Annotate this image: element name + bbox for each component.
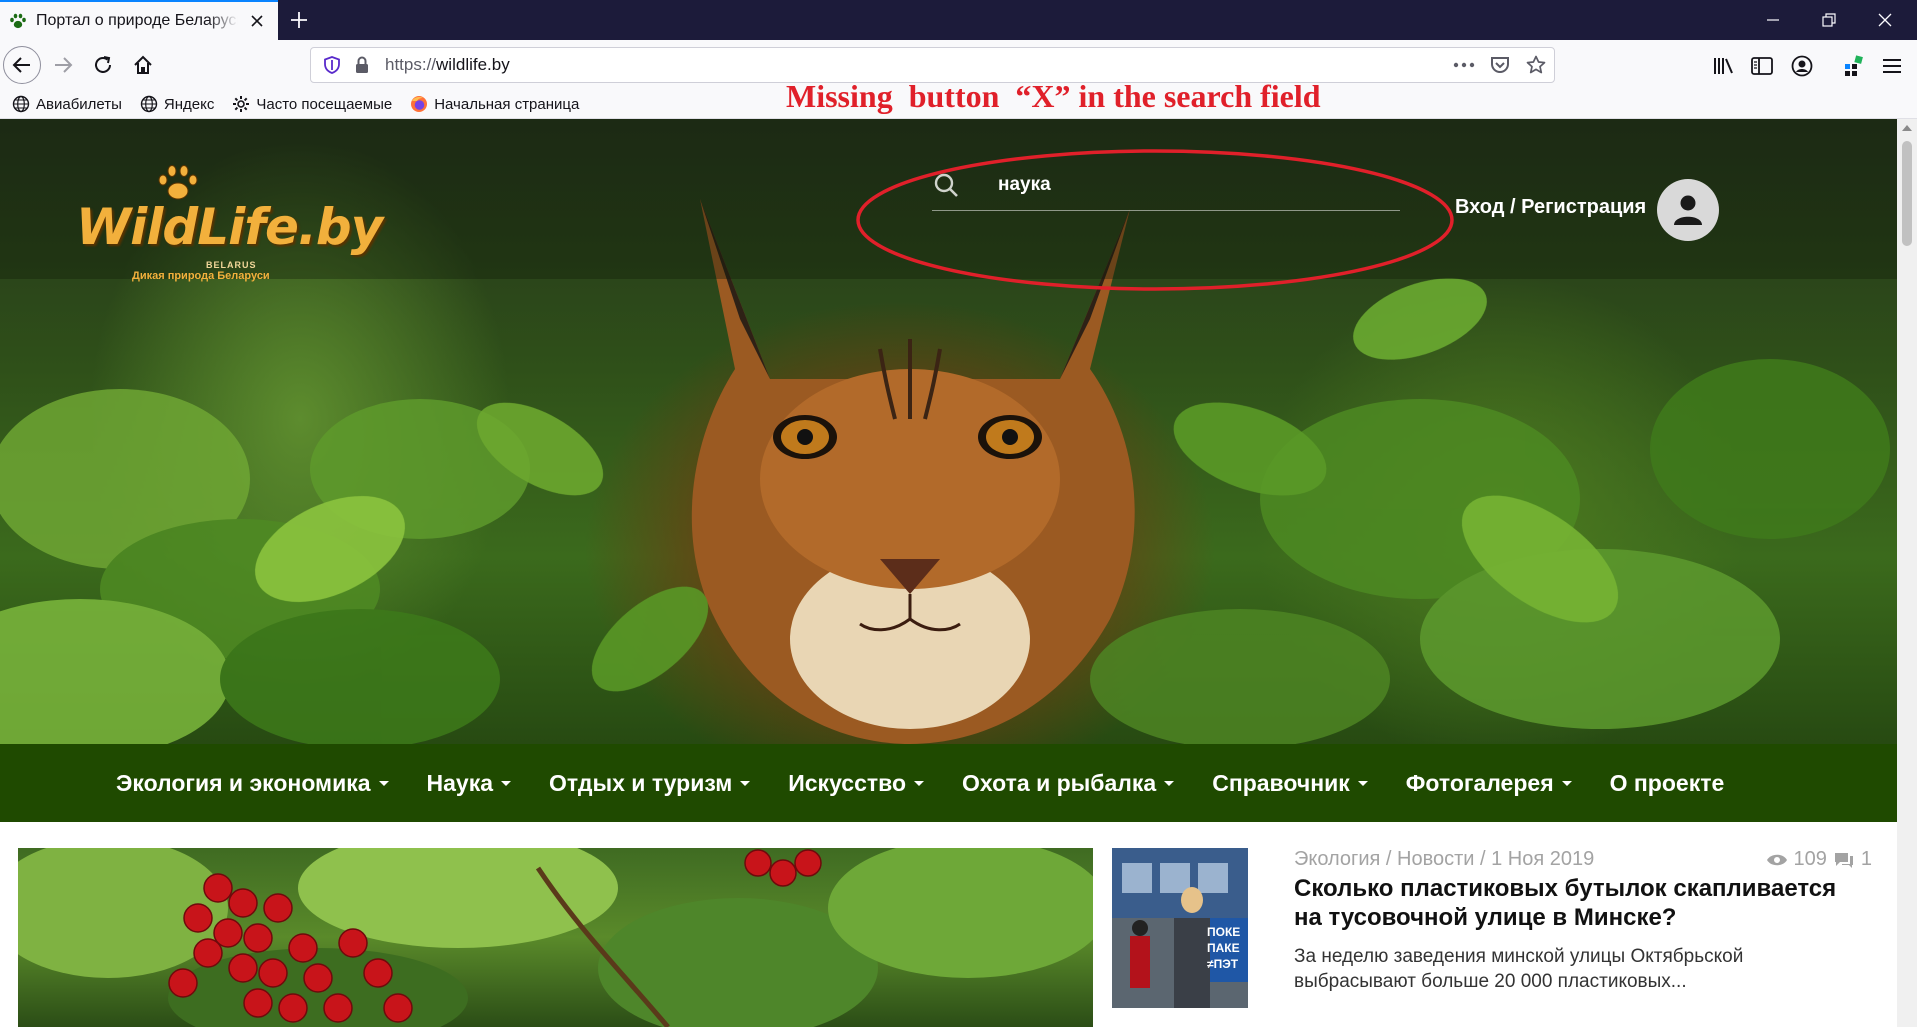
close-window-icon[interactable] [1857,0,1913,40]
logo-tagline: Дикая природа Беларуси [132,270,270,282]
page-viewport: WildLife.by BELARUS Дикая природа Белару… [0,119,1897,1027]
nav-hunting-fishing[interactable]: Охота и рыбалка [962,769,1175,797]
url-protocol: https:// [385,55,437,74]
tracking-protection-shield-icon[interactable] [321,54,343,76]
protest-photo: ПОКЕ ПАКЕ ≠ПЭТ [1112,848,1248,1008]
hero-banner: WildLife.by BELARUS Дикая природа Белару… [0,119,1897,744]
forward-button[interactable] [44,46,82,84]
main-navigation: Экология и экономика Наука Отдых и туриз… [0,744,1897,822]
logo-wordmark: WildLife.by [76,198,383,256]
berries-image [18,848,1093,1027]
nav-label: О проекте [1609,769,1725,796]
bookmark-item[interactable]: Яндекс [140,95,214,113]
avatar[interactable] [1657,179,1719,241]
caret-down-icon [1164,780,1175,786]
paw-icon [8,11,28,31]
bookmark-item[interactable]: Начальная страница [410,95,579,113]
nav-science[interactable]: Наука [427,770,512,797]
url-text[interactable]: https://wildlife.by [385,55,1446,75]
site-search [932,159,1400,211]
caret-down-icon [378,780,389,786]
comments-icon [1834,852,1853,868]
site-logo[interactable]: WildLife.by BELARUS Дикая природа Белару… [76,164,383,284]
url-host: wildlife.by [436,55,510,74]
restore-window-icon[interactable] [1801,0,1857,40]
bookmark-label: Авиабилеты [36,95,122,113]
extensions-icon[interactable] [1838,50,1870,82]
globe-icon [12,95,30,113]
nav-label: Наука [426,769,494,796]
library-icon[interactable] [1708,50,1740,82]
paw-logo-icon [158,165,198,200]
nav-photo-gallery[interactable]: Фотогалерея [1406,770,1572,797]
nav-label: Фотогалерея [1405,769,1554,796]
close-tab-icon[interactable] [246,10,268,32]
caret-down-icon [740,780,751,786]
bookmark-label: Яндекс [163,95,215,113]
search-input[interactable] [996,171,1376,199]
news-excerpt: За неделю заведения минской улицы Октябр… [1294,946,1744,992]
account-icon[interactable] [1786,50,1818,82]
views-count: 109 [1793,848,1827,870]
pocket-icon[interactable] [1482,50,1518,80]
caret-down-icon [914,780,925,786]
nav-reference[interactable]: Справочник [1212,770,1368,797]
tab-title: Портал о природе Беларуси [36,12,238,29]
eye-icon [1766,854,1787,865]
login-register-link[interactable]: Вход / Регистрация [1455,196,1646,219]
logo-country: BELARUS [206,260,257,270]
caret-down-icon [501,780,512,786]
nav-ecology-economy[interactable]: Экология и экономика [116,770,389,797]
featured-article-image[interactable] [18,848,1093,1027]
comments-count: 1 [1860,848,1872,870]
news-thumbnail[interactable]: ПОКЕ ПАКЕ ≠ПЭТ [1112,848,1248,1008]
bookmark-label: Начальная страница [434,95,580,113]
hamburger-menu-icon[interactable] [1876,50,1908,82]
user-icon [1674,195,1702,225]
news-meta[interactable]: Экология / Новости / 1 Ноя 2019 [1294,848,1594,871]
reload-button[interactable] [84,46,122,84]
nav-label: Экология и экономика [116,769,371,796]
nav-label: Отдых и туризм [549,769,733,796]
scroll-up-arrow-icon[interactable] [1902,123,1912,133]
scrollbar-thumb[interactable] [1902,141,1912,246]
lock-icon[interactable] [353,54,371,76]
bookmark-item[interactable]: Часто посещаемые [232,95,392,113]
page-scrollbar[interactable] [1897,119,1917,1027]
nav-recreation-tourism[interactable]: Отдых и туризм [549,769,751,797]
back-button[interactable] [3,46,41,84]
browser-tab[interactable]: Портал о природе Беларуси [0,0,278,40]
news-card[interactable]: ПОКЕ ПАКЕ ≠ПЭТ Экология / Новости / 1 Но… [1112,848,1872,1027]
home-button[interactable] [124,46,162,84]
nav-label: Справочник [1212,769,1350,796]
globe-icon [140,95,158,113]
new-tab-button[interactable] [284,5,314,35]
gear-icon [232,95,250,113]
caret-down-icon [1357,780,1368,786]
browser-titlebar: Портал о природе Беларуси [0,0,1917,40]
thumb-sign-text: ПАКЕ [1207,941,1240,955]
bookmark-star-icon[interactable] [1518,50,1554,80]
bookmark-item[interactable]: Авиабилеты [12,95,122,113]
nav-about[interactable]: О проекте [1610,770,1725,797]
nav-label: Охота и рыбалка [962,769,1157,796]
sidebar-icon[interactable] [1746,50,1778,82]
search-icon[interactable] [932,171,960,199]
caret-down-icon [1561,780,1572,786]
nav-art[interactable]: Искусство [788,769,925,797]
news-title[interactable]: Сколько пластиковых бутылок скапливается… [1294,874,1864,932]
news-stats: 109 1 [1766,848,1872,871]
bookmark-label: Часто посещаемые [256,95,393,113]
page-actions-menu-icon[interactable] [1446,50,1482,80]
firefox-icon [410,95,428,113]
nav-label: Искусство [788,769,907,796]
thumb-sign-text: ПОКЕ [1207,925,1240,939]
minimize-window-icon[interactable] [1745,0,1801,40]
annotation-text: Missing button “X” in the search field [786,78,1321,114]
thumb-sign-text: ≠ПЭТ [1207,957,1239,971]
